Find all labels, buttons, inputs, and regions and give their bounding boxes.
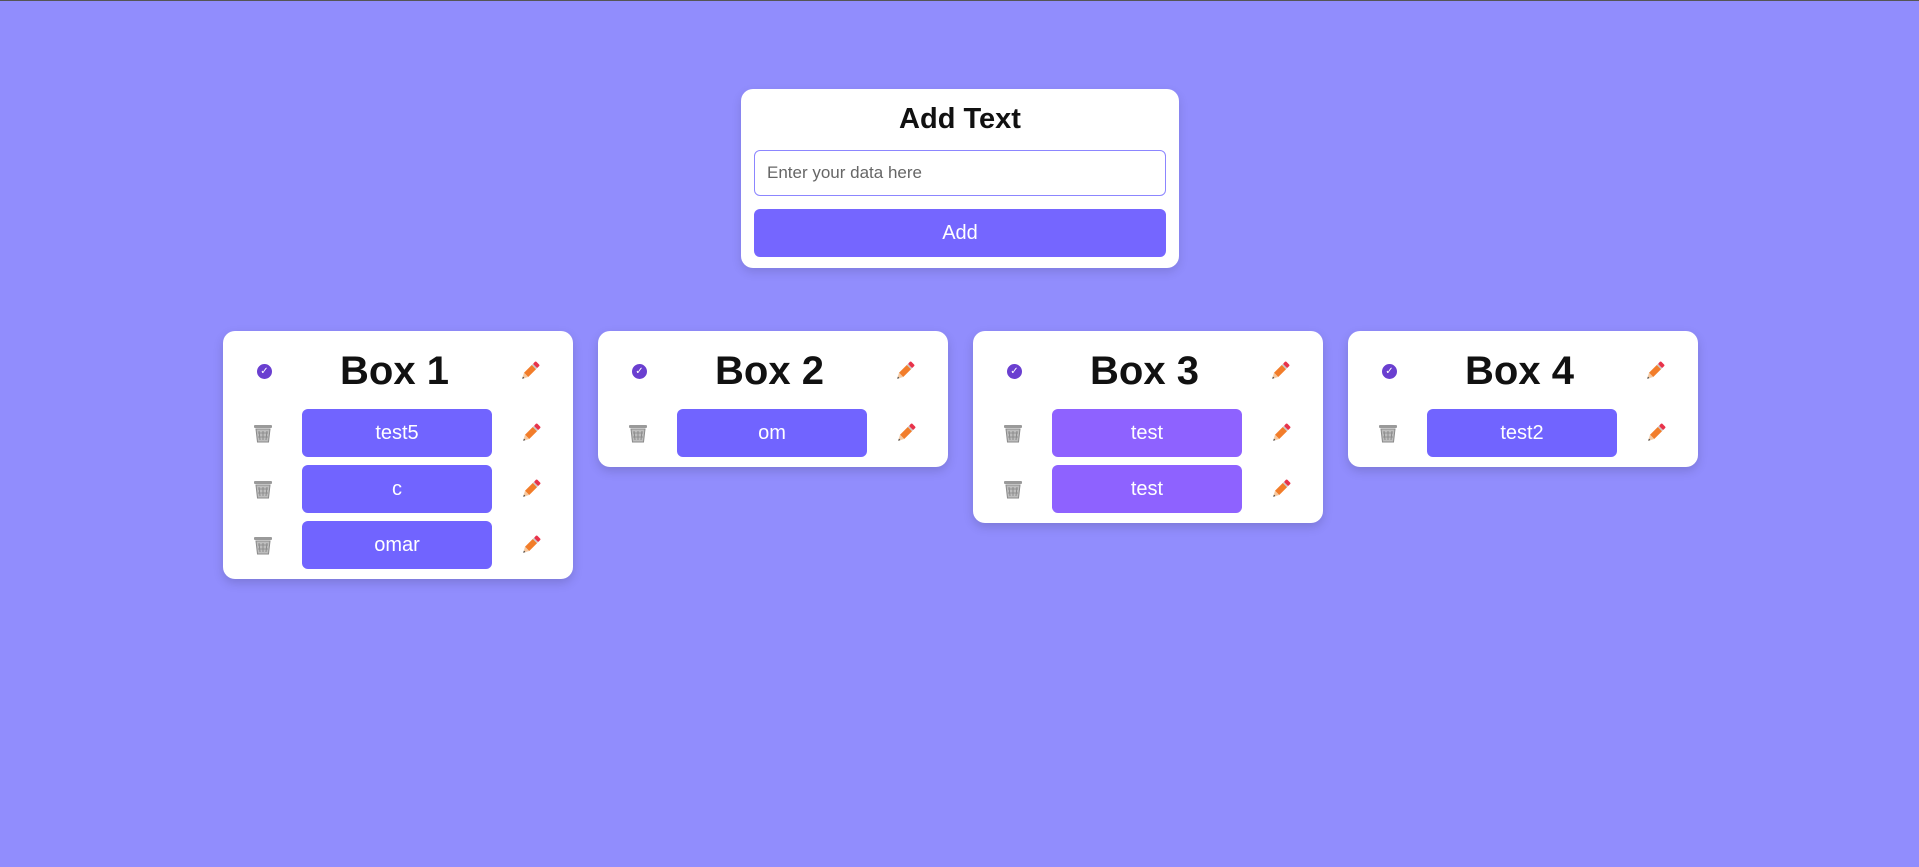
trash-icon[interactable] <box>1001 421 1025 445</box>
box-header: ✓ Box 4 <box>1348 341 1698 401</box>
item-pill[interactable]: test <box>1052 409 1242 457</box>
check-icon[interactable]: ✓ <box>1007 363 1022 379</box>
trash-icon[interactable] <box>1376 421 1400 445</box>
box-title: Box 3 <box>1090 349 1199 393</box>
list-item: test5 <box>223 409 573 457</box>
item-pill[interactable]: om <box>677 409 867 457</box>
box-card: ✓ Box 2 om <box>598 331 948 467</box>
box-card: ✓ Box 4 test2 <box>1348 331 1698 467</box>
add-text-title: Add Text <box>899 103 1021 135</box>
trash-icon[interactable] <box>251 477 275 501</box>
edit-box-pencil-icon[interactable] <box>892 358 918 384</box>
trash-icon[interactable] <box>626 421 650 445</box>
data-input[interactable] <box>754 150 1166 196</box>
box-title: Box 2 <box>715 349 824 393</box>
edit-item-pencil-icon[interactable] <box>518 420 544 446</box>
list-item: test <box>973 409 1323 457</box>
list-item: test2 <box>1348 409 1698 457</box>
check-icon[interactable]: ✓ <box>1382 363 1397 379</box>
item-pill[interactable]: omar <box>302 521 492 569</box>
list-item: test <box>973 465 1323 513</box>
box-card: ✓ Box 3 test test <box>973 331 1323 523</box>
box-title: Box 1 <box>340 349 449 393</box>
trash-icon[interactable] <box>1001 477 1025 501</box>
box-header: ✓ Box 3 <box>973 341 1323 401</box>
box-card: ✓ Box 1 test5 c omar <box>223 331 573 579</box>
trash-icon[interactable] <box>251 533 275 557</box>
item-pill[interactable]: test <box>1052 465 1242 513</box>
edit-box-pencil-icon[interactable] <box>517 358 543 384</box>
trash-icon[interactable] <box>251 421 275 445</box>
check-icon[interactable]: ✓ <box>257 363 272 379</box>
boxes-container: ✓ Box 1 test5 c omar ✓ Box 2 om ✓ Box 3 test test ✓ B… <box>223 331 1698 579</box>
edit-item-pencil-icon[interactable] <box>893 420 919 446</box>
list-item: c <box>223 465 573 513</box>
add-text-card: Add Text Add <box>741 89 1179 268</box>
list-item: omar <box>223 521 573 569</box>
check-icon[interactable]: ✓ <box>632 363 647 379</box>
box-header: ✓ Box 1 <box>223 341 573 401</box>
edit-item-pencil-icon[interactable] <box>518 476 544 502</box>
edit-item-pencil-icon[interactable] <box>1268 420 1294 446</box>
edit-item-pencil-icon[interactable] <box>1268 476 1294 502</box>
edit-box-pencil-icon[interactable] <box>1642 358 1668 384</box>
edit-item-pencil-icon[interactable] <box>518 532 544 558</box>
list-item: om <box>598 409 948 457</box>
edit-item-pencil-icon[interactable] <box>1643 420 1669 446</box>
item-pill[interactable]: test5 <box>302 409 492 457</box>
box-header: ✓ Box 2 <box>598 341 948 401</box>
item-pill[interactable]: c <box>302 465 492 513</box>
edit-box-pencil-icon[interactable] <box>1267 358 1293 384</box>
box-title: Box 4 <box>1465 349 1574 393</box>
add-button[interactable]: Add <box>754 209 1166 257</box>
item-pill[interactable]: test2 <box>1427 409 1617 457</box>
